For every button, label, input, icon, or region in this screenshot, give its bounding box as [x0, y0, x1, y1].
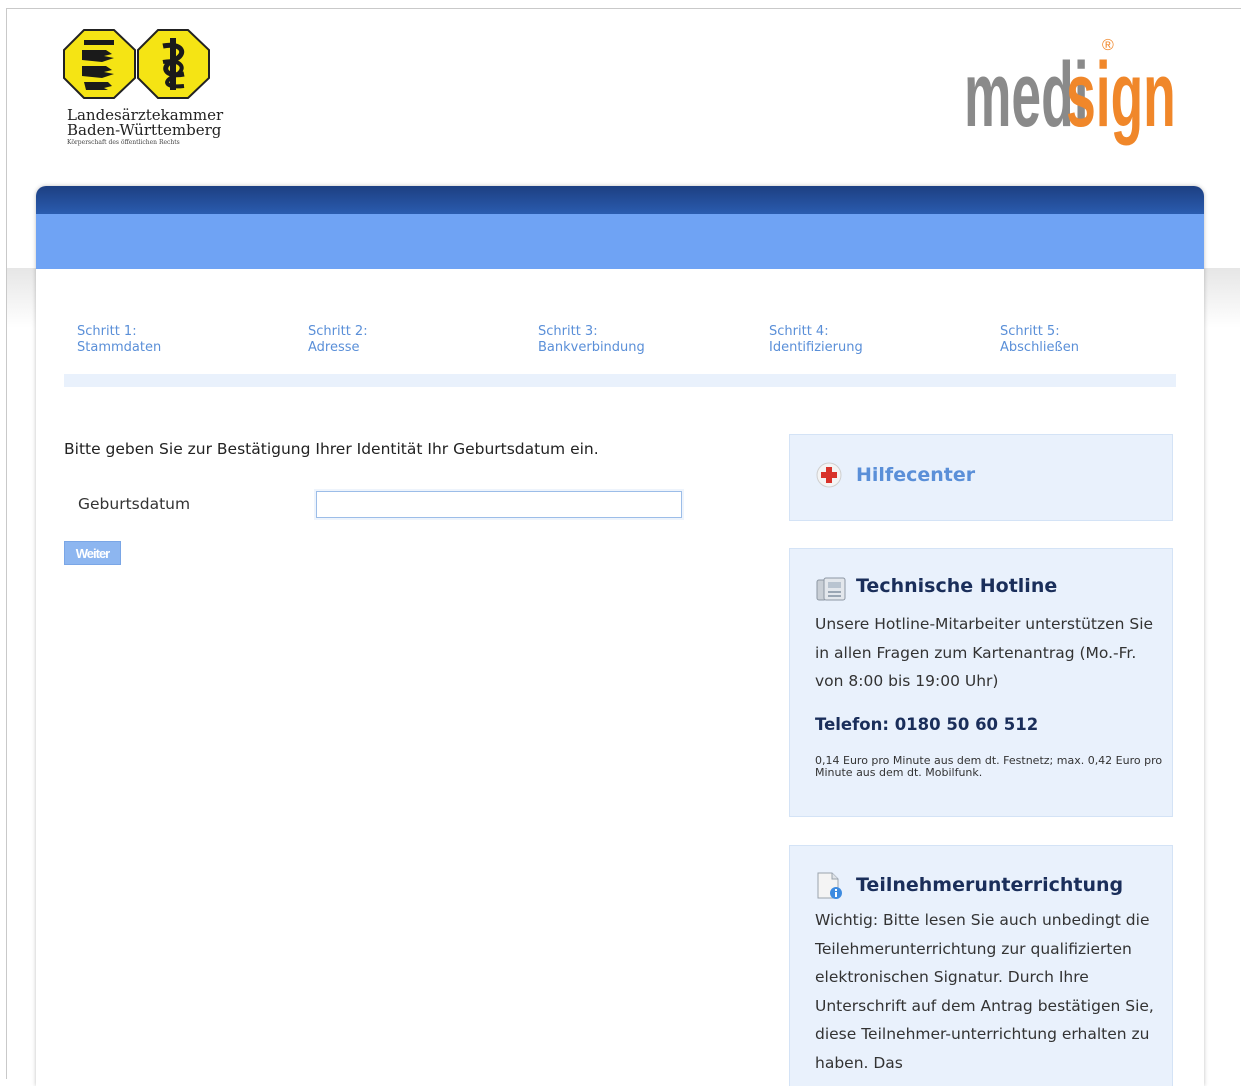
- step-4-title: Schritt 4:: [769, 324, 829, 339]
- help-center-link[interactable]: Hilfecenter: [856, 464, 975, 486]
- step-1-name: Stammdaten: [77, 340, 162, 355]
- panel-header-dark: [36, 186, 1204, 214]
- hotline-box: Technische Hotline Unsere Hotline-Mitarb…: [789, 548, 1173, 817]
- step-5-title: Schritt 5:: [1000, 324, 1060, 339]
- red-cross-icon: [816, 462, 842, 488]
- hotline-phone: Telefon: 0180 50 60 512: [815, 715, 1039, 734]
- chamber-line2: Baden-Württemberg: [67, 121, 222, 139]
- medisign-logo: medi sign ®: [964, 37, 1176, 146]
- hotline-fine-print: 0,14 Euro pro Minute aus dem dt. Festnet…: [815, 754, 1163, 779]
- chamber-name: Landesärztekammer Baden-Württemberg Körp…: [67, 108, 223, 148]
- step-2[interactable]: Schritt 2: Adresse: [308, 324, 368, 356]
- step-5-name: Abschließen: [1000, 340, 1079, 355]
- hotline-title: Technische Hotline: [856, 575, 1058, 597]
- step-1[interactable]: Schritt 1: Stammdaten: [77, 324, 161, 356]
- step-4[interactable]: Schritt 4: Identifizierung: [769, 324, 863, 356]
- step-2-name: Adresse: [308, 340, 360, 355]
- step-navigation: Schritt 1: Stammdaten Schritt 2: Adresse…: [77, 324, 1187, 364]
- participant-info-title: Teilnehmerunterrichtung: [856, 874, 1124, 896]
- step-progress-bar: [64, 374, 1176, 387]
- birthdate-input[interactable]: [316, 491, 682, 518]
- step-5[interactable]: Schritt 5: Abschließen: [1000, 324, 1079, 356]
- step-1-title: Schritt 1:: [77, 324, 137, 339]
- chamber-line3: Körperschaft des öffentlichen Rechts: [67, 139, 180, 146]
- step-3[interactable]: Schritt 3: Bankverbindung: [538, 324, 645, 356]
- step-3-name: Bankverbindung: [538, 340, 645, 355]
- step-2-title: Schritt 2:: [308, 324, 368, 339]
- birthdate-label: Geburtsdatum: [78, 495, 191, 513]
- phone-icon: [816, 577, 846, 601]
- help-center-box[interactable]: Hilfecenter: [789, 434, 1173, 521]
- hotline-text: Unsere Hotline-Mitarbeiter unterstützen …: [815, 615, 1154, 690]
- registered-mark: ®: [1102, 37, 1114, 54]
- brand-sign: sign: [1066, 43, 1176, 146]
- participant-info-box: Teilnehmerunterrichtung Wichtig: Bitte l…: [789, 845, 1173, 1086]
- main-panel: Schritt 1: Stammdaten Schritt 2: Adresse…: [36, 186, 1204, 1086]
- step-3-title: Schritt 3:: [538, 324, 598, 339]
- document-info-icon: [817, 872, 842, 899]
- form-instruction: Bitte geben Sie zur Bestätigung Ihrer Id…: [64, 440, 599, 458]
- panel-header-light: [36, 214, 1204, 269]
- participant-info-text: Wichtig: Bitte lesen Sie auch unbedingt …: [815, 911, 1154, 1072]
- weiter-button[interactable]: Weiter: [64, 541, 121, 565]
- step-4-name: Identifizierung: [769, 340, 863, 355]
